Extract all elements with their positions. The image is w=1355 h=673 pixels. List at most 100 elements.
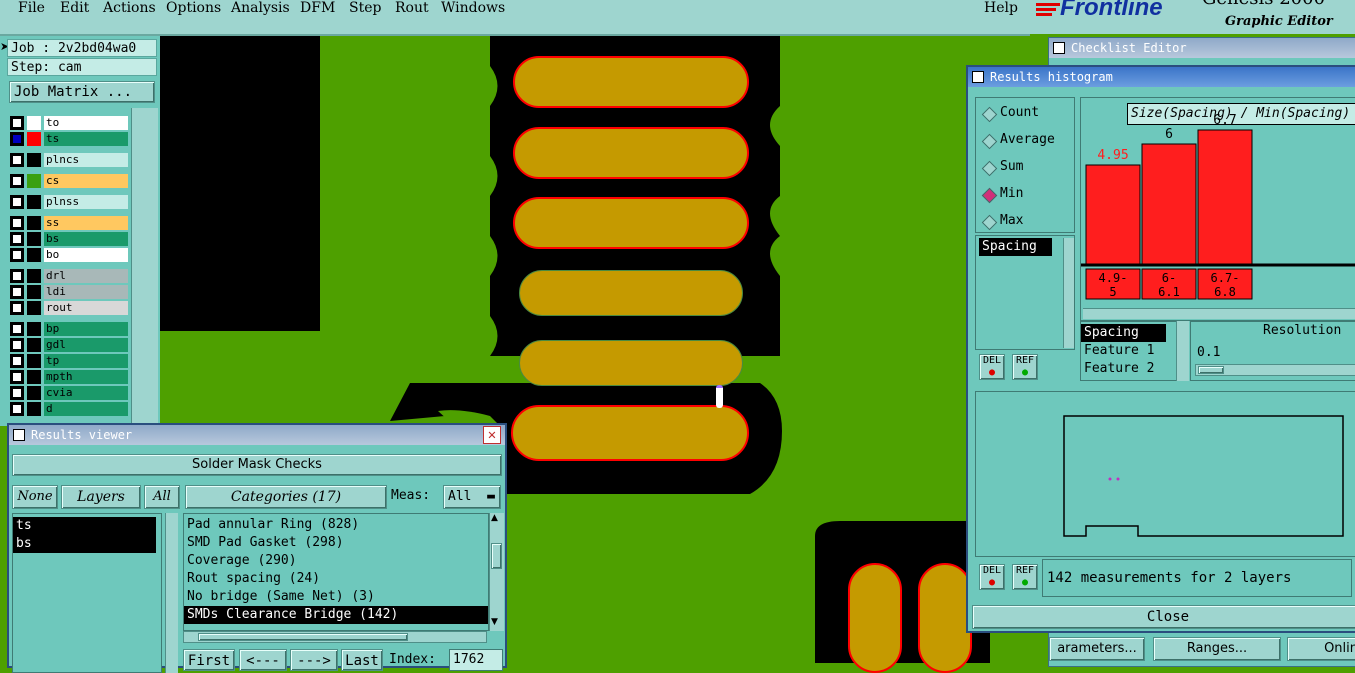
sort-item[interactable]: Feature 2	[1081, 360, 1176, 378]
mode-radio-sum[interactable]: Sum	[981, 159, 1074, 177]
layer-row-tp[interactable]: tp	[10, 354, 128, 368]
layer-row-to[interactable]: to	[10, 116, 128, 130]
layer-color-swatch[interactable]	[27, 132, 41, 146]
category-item[interactable]: SMDs Clearance Bridge (142)	[184, 606, 488, 624]
category-scrollbar[interactable]: ▲ ▼	[489, 513, 504, 631]
resolution-slider[interactable]	[1195, 364, 1355, 376]
layer-checkbox[interactable]	[12, 134, 22, 144]
layer-color-swatch[interactable]	[27, 269, 41, 283]
layer-name[interactable]: bs	[44, 232, 128, 246]
category-item[interactable]: Pad annular Ring (828)	[184, 516, 488, 534]
layer-color-swatch[interactable]	[27, 338, 41, 352]
layer-color-swatch[interactable]	[27, 354, 41, 368]
layer-name[interactable]: cvia	[44, 386, 128, 400]
histogram-bar[interactable]	[1085, 164, 1141, 265]
measure-item-spacing[interactable]: Spacing	[979, 238, 1052, 256]
layer-row-rout[interactable]: rout	[10, 301, 128, 315]
sort-scrollbar[interactable]	[1176, 321, 1189, 381]
layer-checkbox[interactable]	[12, 324, 22, 334]
histogram-titlebar[interactable]: Results histogram	[968, 67, 1355, 87]
layer-color-swatch[interactable]	[27, 322, 41, 336]
chart-scrollbar[interactable]	[1083, 308, 1355, 319]
layer-name[interactable]: plncs	[44, 153, 128, 167]
layer-name[interactable]: drl	[44, 269, 128, 283]
sort-list[interactable]: Spacing Feature 1 Feature 2	[1080, 321, 1188, 381]
layer-row-plnss[interactable]: plnss	[10, 195, 128, 209]
layer-color-swatch[interactable]	[27, 232, 41, 246]
layer-name[interactable]: tp	[44, 354, 128, 368]
layer-color-swatch[interactable]	[27, 386, 41, 400]
layer-name[interactable]: ts	[44, 132, 128, 146]
layer-list[interactable]: ts bs	[12, 513, 162, 673]
layer-name[interactable]: cs	[44, 174, 128, 188]
index-field[interactable]: 1762	[449, 649, 503, 671]
layer-checkbox[interactable]	[12, 356, 22, 366]
board-preview[interactable]	[975, 391, 1355, 557]
layer-color-swatch[interactable]	[27, 301, 41, 315]
layer-checkbox[interactable]	[12, 340, 22, 350]
menu-rout[interactable]: Rout	[395, 0, 429, 16]
menu-help[interactable]: Help	[984, 0, 1018, 16]
layer-color-swatch[interactable]	[27, 216, 41, 230]
menu-file[interactable]: File	[18, 0, 45, 16]
layer-checkbox[interactable]	[12, 404, 22, 414]
layer-row-cs[interactable]: cs	[10, 174, 128, 188]
category-item[interactable]: Coverage (290)	[184, 552, 488, 570]
layer-row-mpth[interactable]: mpth	[10, 370, 128, 384]
mode-radio-count[interactable]: Count	[981, 105, 1074, 123]
layer-checkbox[interactable]	[12, 176, 22, 186]
layer-row-bo[interactable]: bo	[10, 248, 128, 262]
layer-checkbox[interactable]	[12, 250, 22, 260]
layer-row-bs[interactable]: bs	[10, 232, 128, 246]
layer-row-ts[interactable]: ts	[10, 132, 128, 146]
menu-dfm[interactable]: DFM	[300, 0, 335, 16]
sort-item[interactable]: Feature 1	[1081, 342, 1176, 360]
layer-checkbox[interactable]	[12, 197, 22, 207]
layer-row-ldi[interactable]: ldi	[10, 285, 128, 299]
parameters-button[interactable]: arameters...	[1049, 637, 1145, 661]
layer-name[interactable]: bp	[44, 322, 128, 336]
mode-radio-average[interactable]: Average	[981, 132, 1074, 150]
category-item[interactable]: Rout spacing (24)	[184, 570, 488, 588]
layer-list-item[interactable]: bs	[13, 535, 156, 553]
checklist-editor-titlebar[interactable]: Checklist Editor	[1049, 38, 1355, 58]
layer-checkbox[interactable]	[12, 155, 22, 165]
menu-options[interactable]: Options	[166, 0, 221, 16]
all-button[interactable]: All	[144, 485, 180, 509]
layer-row-gdl[interactable]: gdl	[10, 338, 128, 352]
results-viewer-titlebar[interactable]: Results viewer ✕	[9, 425, 505, 445]
last-button[interactable]: Last	[341, 649, 383, 671]
layer-name[interactable]: ldi	[44, 285, 128, 299]
category-item[interactable]: SMD Pad Gasket (298)	[184, 534, 488, 552]
category-hscrollbar[interactable]	[183, 631, 487, 643]
layer-color-swatch[interactable]	[27, 402, 41, 416]
none-button[interactable]: None	[12, 485, 58, 509]
histogram-chart[interactable]: Size(Spacing) / Min(Spacing) 4.95 4.9- 5 6 6…	[1080, 97, 1355, 321]
layer-name[interactable]: plnss	[44, 195, 128, 209]
histogram-bar[interactable]	[1141, 143, 1197, 265]
layer-name[interactable]: gdl	[44, 338, 128, 352]
next-button[interactable]: --->	[290, 649, 338, 671]
scroll-up-icon[interactable]: ▲	[491, 513, 498, 523]
layer-row-d[interactable]: d	[10, 402, 128, 416]
layers-button[interactable]: Layers	[61, 485, 141, 509]
close-icon[interactable]: ✕	[483, 426, 501, 444]
layer-color-swatch[interactable]	[27, 248, 41, 262]
layer-checkbox[interactable]	[12, 271, 22, 281]
layer-row-cvia[interactable]: cvia	[10, 386, 128, 400]
layer-color-swatch[interactable]	[27, 370, 41, 384]
menu-windows[interactable]: Windows	[441, 0, 505, 16]
mode-radio-min[interactable]: Min	[981, 186, 1074, 204]
layer-name[interactable]: to	[44, 116, 128, 130]
menu-analysis[interactable]: Analysis	[231, 0, 290, 16]
layer-checkbox[interactable]	[12, 388, 22, 398]
preview-ref-button[interactable]: REF ●	[1012, 564, 1038, 590]
del-button[interactable]: DEL ●	[979, 354, 1005, 380]
category-hscroll-thumb[interactable]	[198, 633, 408, 641]
layer-color-swatch[interactable]	[27, 153, 41, 167]
online-button[interactable]: Onlin	[1287, 637, 1355, 661]
job-matrix-button[interactable]: Job Matrix ...	[9, 81, 155, 103]
menu-edit[interactable]: Edit	[60, 0, 89, 16]
menu-step[interactable]: Step	[349, 0, 381, 16]
layer-name[interactable]: d	[44, 402, 128, 416]
